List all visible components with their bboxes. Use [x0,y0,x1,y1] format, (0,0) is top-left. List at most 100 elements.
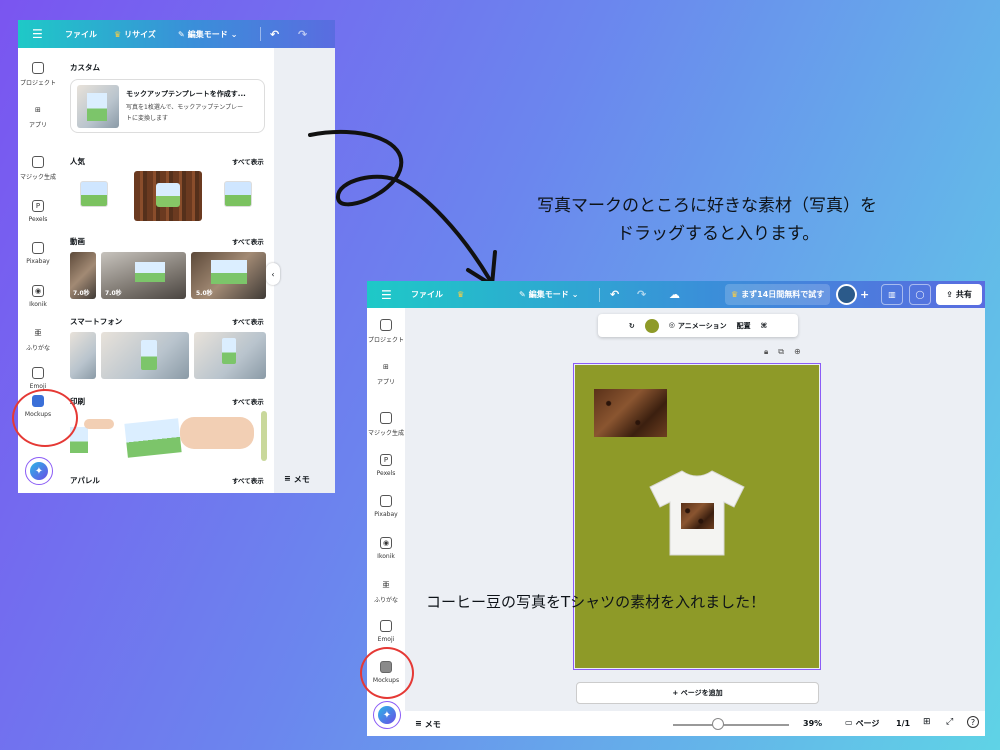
file-menu[interactable]: ファイル [65,29,97,40]
rail-item-pexels[interactable]: P Pexels [376,454,396,495]
rail-label: プロジェクト [19,80,56,87]
zoom-level[interactable]: 39% [803,719,822,728]
pages-button[interactable]: ▭ ページ [845,718,879,729]
highlight-circle-mockups [360,647,414,699]
video-thumbnail[interactable]: 5.0秒 [191,252,266,299]
side-rail: プロジェクト ⊞ アプリ マジック生成 P Pexels Pixabay ◉ Ikon… [367,319,405,701]
rail-label: Pexels [376,470,396,477]
animation-label: アニメーション [677,321,727,330]
see-all-apparel[interactable]: すべて表示 [232,475,264,485]
rail-item-furigana[interactable]: 亜ふりがな [374,579,398,620]
see-all-popular[interactable]: すべて表示 [232,156,264,166]
fill-color-swatch[interactable] [644,318,659,333]
share-button[interactable]: ⇪ 共有 [936,284,982,305]
mug-thumbnail[interactable] [72,171,122,219]
pencil-icon: ✎ [519,290,526,299]
highlight-circle-mockups [12,389,78,447]
collapse-panel-icon[interactable]: ‹ [266,263,280,285]
animation-button[interactable]: ◎ アニメーション [669,321,727,331]
video-thumbnail[interactable]: 7.0秒 [101,252,186,299]
fullscreen-icon[interactable]: ⤢ [946,717,953,727]
section-title-popular: 人気 [70,157,85,166]
duration-badge: 7.0秒 [73,290,90,297]
redo-icon[interactable]: ↷ [637,288,646,301]
undo-icon[interactable]: ↶ [610,288,619,301]
mug-thumbnail-2[interactable] [214,171,266,219]
furigana-icon: 亜 [34,329,42,337]
lock-icon[interactable]: 🔒︎ [764,347,768,357]
rail-item-furigana[interactable]: 亜ふりがな [26,327,50,367]
edit-mode-button[interactable]: ✎ 編集モード ⌄ [178,29,237,40]
duplicate-icon[interactable]: ⧉ [778,347,784,357]
undo-icon[interactable]: ↶ [270,28,279,41]
chevron-down-icon: ⌄ [230,29,238,39]
memo-button[interactable]: ≡ メモ [284,474,310,485]
memo-button[interactable]: ≡ メモ [415,719,441,730]
see-all-print[interactable]: すべて表示 [232,396,264,406]
phone-thumbnail[interactable] [194,332,266,379]
coffee-beans-photo[interactable] [594,389,667,437]
position-button[interactable]: 配置 [737,321,751,331]
magic-assistant-button[interactable]: ✦ [25,457,53,485]
design-page[interactable] [573,363,821,670]
rail-label: Ikonik [29,301,47,308]
card-desc-line2: トに変換します [126,115,169,122]
paint-roller-icon[interactable]: ⌘ [761,322,768,330]
rail-item-projects[interactable]: プロジェクト [368,319,404,361]
grid-view-icon[interactable]: ⊞ [923,717,931,727]
free-trial-label: まず14日間無料で試す [741,290,825,299]
sparkle-icon: ✦ [30,462,48,480]
free-trial-button[interactable]: ♛ まず14日間無料で試す [725,284,831,305]
rail-label: アプリ [28,122,47,129]
file-menu[interactable]: ファイル [411,289,443,300]
rail-item-pixabay[interactable]: Pixabay [26,242,50,285]
instruction-line-1: 写真マークのところに好きな素材（写真）を [537,196,877,216]
see-all-smartphone[interactable]: すべて表示 [232,316,264,326]
rail-item-projects[interactable]: プロジェクト [20,62,56,104]
rail-item-apps[interactable]: ⊞ アプリ [29,104,47,156]
rail-item-magic-media[interactable]: マジック生成 [20,156,56,200]
rail-item-magic-media[interactable]: マジック生成 [368,412,404,454]
create-mockup-card[interactable]: モックアップテンプレートを作成す... 写真を1枚選んで、モックアップテンプレー… [70,79,265,133]
add-collaborator-icon[interactable]: + [860,288,869,301]
cloud-save-icon[interactable]: ☁ [669,288,680,301]
insights-icon[interactable]: ▥ [881,284,903,305]
comment-icon[interactable]: ◯ [909,284,931,305]
redo-icon[interactable]: ↷ [298,28,307,41]
help-icon[interactable]: ? [967,716,979,728]
print-thumbnail[interactable] [122,411,260,461]
rail-item-ikonik[interactable]: ◉ Ikonik [377,537,395,579]
resize-button[interactable]: ♛ [457,290,464,299]
phone-thumbnail[interactable] [101,332,189,379]
edit-mode-label: 編集モード [187,29,228,39]
duration-badge: 5.0秒 [196,290,213,297]
magic-assistant-button[interactable]: ✦ [373,701,401,729]
section-title-video: 動画 [70,237,85,246]
mug-on-table-thumbnail[interactable] [134,171,202,221]
print-thumbnail[interactable] [261,411,267,461]
rail-item-apps[interactable]: ⊞ アプリ [377,361,395,412]
rail-item-pixabay[interactable]: Pixabay [374,495,398,537]
phone-thumbnail[interactable] [70,332,96,379]
ikonik-icon: ◉ [380,537,392,549]
section-title-apparel: アパレル [70,476,100,485]
replace-icon[interactable]: ↻ [629,322,635,330]
video-thumbnail[interactable]: 7.0秒 [70,252,96,299]
rail-item-pexels[interactable]: P Pexels [29,200,47,242]
menu-icon[interactable]: ☰ [381,288,392,302]
zoom-slider[interactable] [673,724,789,726]
section-title-smartphone: スマートフォン [70,317,123,326]
top-toolbar: ☰ ファイル ♛ ✎ 編集モード ⌄ ↶ ↷ ☁ ♛ まず14日間無料で試す + ▥ … [367,281,985,308]
resize-button[interactable]: ♛ リサイズ [114,29,156,40]
rail-label: プロジェクト [367,337,404,344]
add-page-button[interactable]: + ページを追加 [576,682,819,704]
see-all-video[interactable]: すべて表示 [232,236,264,246]
animation-icon: ◎ [668,320,675,329]
avatar[interactable] [836,284,857,305]
edit-mode-button[interactable]: ✎ 編集モード ⌄ [519,289,578,300]
memo-label: メモ [424,720,441,729]
folder-icon [31,62,44,74]
rail-item-ikonik[interactable]: ◉ Ikonik [29,285,47,327]
menu-icon[interactable]: ☰ [32,27,43,41]
add-page-icon[interactable]: ⊕ [794,347,801,357]
